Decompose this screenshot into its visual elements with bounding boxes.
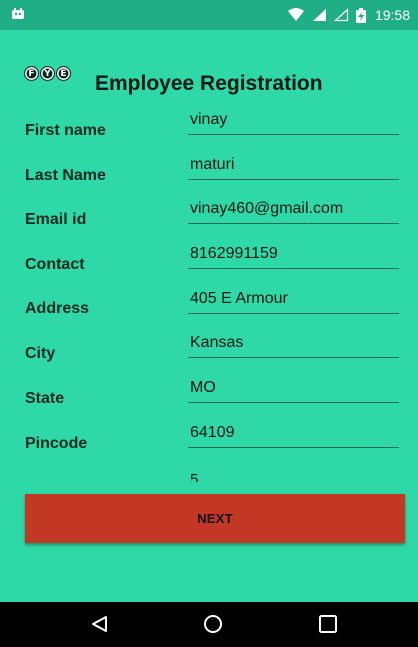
email-label: Email id <box>25 211 87 228</box>
city-field[interactable]: Kansas <box>188 334 399 358</box>
contact-field[interactable]: 8162991159 <box>188 245 399 269</box>
registration-form: First name vinay Last Name maturi Email … <box>0 0 418 500</box>
partial-field-value: 5 <box>190 471 199 482</box>
pincode-label: Pincode <box>25 435 88 452</box>
state-field[interactable]: MO <box>188 379 399 403</box>
home-icon[interactable] <box>203 614 223 634</box>
last-name-label: Last Name <box>25 167 106 184</box>
partial-field[interactable]: 5 <box>188 464 399 482</box>
recents-icon[interactable] <box>318 614 338 634</box>
next-button[interactable]: NEXT <box>25 494 405 543</box>
first-name-field[interactable]: vinay <box>188 111 399 135</box>
back-icon[interactable] <box>90 614 110 634</box>
last-name-field[interactable]: maturi <box>188 156 399 180</box>
navigation-bar <box>0 602 418 647</box>
address-label: Address <box>25 300 90 317</box>
first-name-label: First name <box>25 122 106 139</box>
pincode-field[interactable]: 64109 <box>188 424 399 448</box>
email-field[interactable]: vinay460@gmail.com <box>188 200 399 224</box>
contact-label: Contact <box>25 256 85 273</box>
city-label: City <box>25 345 56 362</box>
state-label: State <box>25 390 65 407</box>
address-field[interactable]: 405 E Armour <box>188 290 399 314</box>
